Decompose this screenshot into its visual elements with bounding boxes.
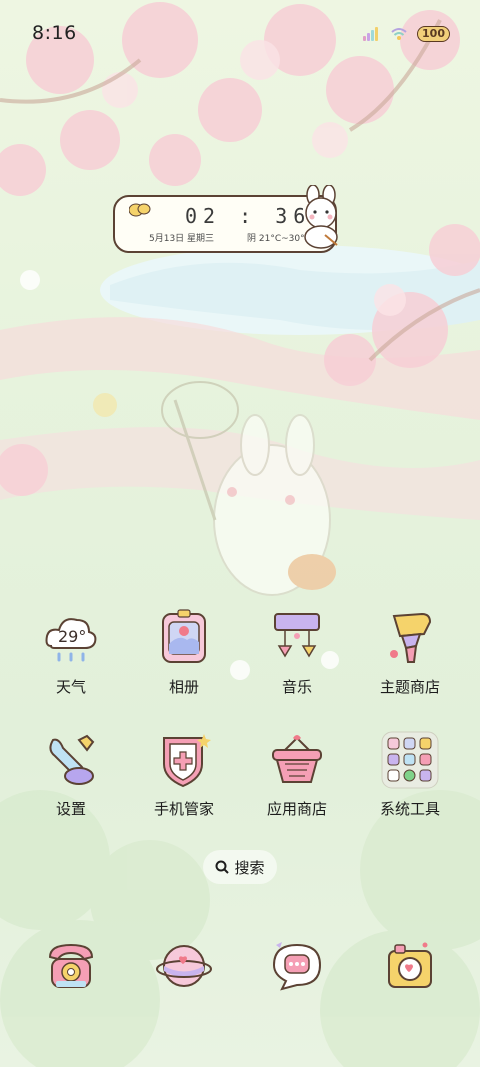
app-theme-store[interactable]: 主题商店 bbox=[360, 608, 460, 697]
search-icon bbox=[215, 860, 230, 874]
clock-widget[interactable]: 02 : 36 5月13日 星期三 阴 21°C~30°C bbox=[113, 185, 338, 253]
phone-icon bbox=[42, 937, 100, 995]
app-label: 应用商店 bbox=[266, 800, 327, 818]
settings-icon bbox=[41, 730, 101, 790]
app-settings[interactable]: 设置 bbox=[21, 730, 121, 819]
signal-icon bbox=[363, 27, 381, 41]
app-store-icon bbox=[267, 730, 327, 790]
app-label: 主题商店 bbox=[379, 678, 440, 696]
wifi-icon bbox=[391, 28, 407, 40]
dock-phone[interactable] bbox=[21, 937, 121, 995]
messages-icon bbox=[268, 937, 326, 995]
app-label: 系统工具 bbox=[379, 800, 440, 818]
music-icon bbox=[267, 608, 327, 668]
search-button[interactable]: 搜索 bbox=[203, 850, 277, 884]
folder-system-tools[interactable]: 系统工具 bbox=[360, 730, 460, 819]
app-label: 相册 bbox=[168, 678, 199, 696]
wallpaper bbox=[0, 2, 480, 1067]
gallery-icon bbox=[154, 608, 214, 668]
bunny-mascot-icon bbox=[304, 185, 338, 249]
app-label: 手机管家 bbox=[153, 800, 214, 818]
battery-indicator: 100 bbox=[417, 26, 450, 42]
weather-temp: 29° bbox=[58, 627, 86, 646]
app-phone-manager[interactable]: 手机管家 bbox=[134, 730, 234, 819]
clock-time: 02 : 36 bbox=[185, 204, 312, 228]
app-label: 设置 bbox=[55, 800, 86, 818]
theme-store-icon bbox=[380, 608, 440, 668]
app-label: 天气 bbox=[55, 678, 86, 696]
dock-messages[interactable] bbox=[247, 937, 347, 995]
app-music[interactable]: 音乐 bbox=[247, 608, 347, 697]
phone-manager-icon bbox=[154, 730, 214, 790]
clock-date: 5月13日 星期三 bbox=[149, 234, 215, 244]
status-time: 8:16 bbox=[32, 22, 77, 44]
browser-icon bbox=[155, 937, 213, 995]
app-label: 音乐 bbox=[281, 678, 312, 696]
camera-icon bbox=[381, 937, 439, 995]
dock-browser[interactable] bbox=[134, 937, 234, 995]
status-bar: 8:16 100 bbox=[0, 0, 480, 60]
dock-camera[interactable] bbox=[360, 937, 460, 995]
search-label: 搜索 bbox=[234, 858, 265, 877]
butterfly-icon bbox=[129, 203, 151, 217]
weather-icon: 29° bbox=[41, 608, 101, 668]
app-app-store[interactable]: 应用商店 bbox=[247, 730, 347, 819]
system-tools-folder-icon bbox=[380, 730, 440, 790]
app-weather[interactable]: 29° 天气 bbox=[21, 608, 121, 697]
app-gallery[interactable]: 相册 bbox=[134, 608, 234, 697]
